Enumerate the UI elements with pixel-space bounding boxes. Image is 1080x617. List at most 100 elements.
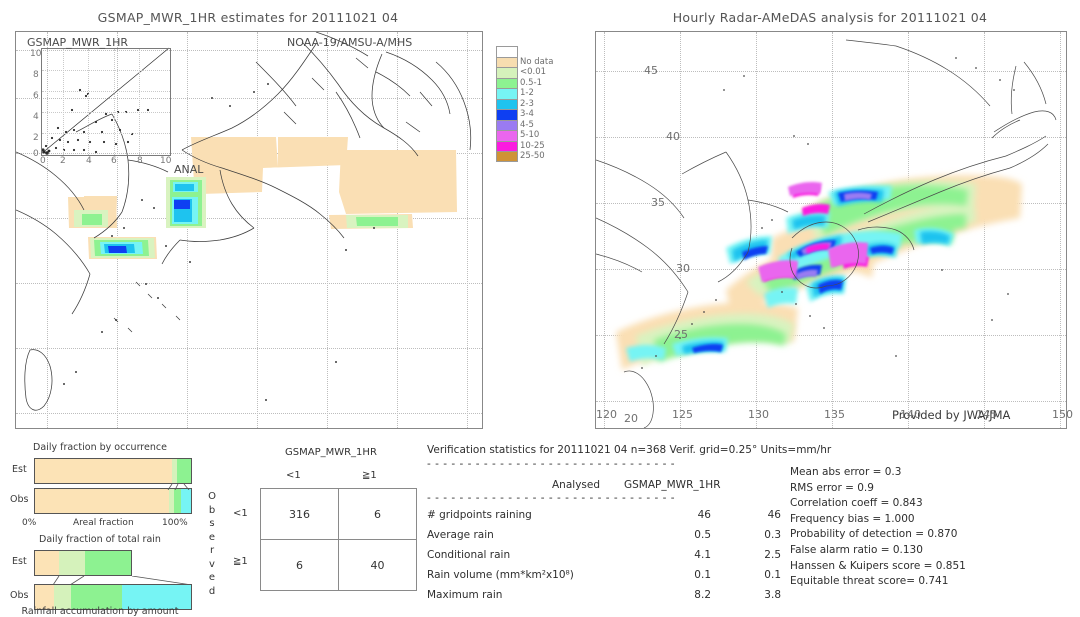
occurrence-est-bar (34, 458, 192, 484)
contingency-cell: 40 (338, 539, 417, 591)
colorbar-label: 3-4 (520, 109, 534, 119)
colorbar-swatch (496, 119, 518, 130)
lat-tick: 40 (666, 130, 680, 143)
bar-seg-nodata (35, 459, 172, 483)
axis-label-areal-fraction: Areal fraction (73, 518, 134, 528)
contingency-row-header: <1 (233, 508, 248, 519)
inset-ytick: 6 (33, 91, 39, 101)
scatter-inset (41, 48, 171, 156)
colorbar-label: 1-2 (520, 88, 534, 98)
bar-label-est: Est (12, 556, 27, 567)
observed-axis-label: Observed (208, 491, 216, 597)
table-row: 316 6 (260, 488, 417, 540)
lon-tick: 125 (672, 408, 693, 421)
right-map-graphics (596, 39, 1057, 428)
inset-xtick: 4 (86, 156, 92, 166)
inset-xtick: 8 (137, 156, 143, 166)
stat-row-analysed: 4.1 (694, 549, 711, 561)
colorbar-label: 5-10 (520, 130, 540, 140)
contingency-col-header: ≧1 (362, 470, 377, 481)
colorbar-label: 0.5-1 (520, 77, 542, 88)
precipitation-colorbar (496, 46, 518, 162)
bar-label-obs: Obs (10, 590, 29, 601)
lon-tick: 135 (824, 408, 845, 421)
colorbar-swatch (496, 56, 518, 67)
lon-tick: 150 (1052, 408, 1073, 421)
left-panel-title: GSMAP_MWR_1HR estimates for 20111021 04 (97, 10, 399, 25)
radar-amedas-map[interactable]: 45 40 35 30 25 20 Provided by JWA/JMA (595, 31, 1067, 429)
stat-row-estimate: 0.1 (764, 569, 781, 581)
lon-tick: 120 (596, 408, 617, 421)
colorbar-label: 4-5 (520, 119, 534, 130)
inset-xaxis-label: ANAL (174, 163, 204, 176)
lat-tick: 25 (674, 328, 688, 341)
divider: - - - - - - - - - - - - - - - - - - - - … (427, 492, 676, 504)
verification-statistics-block: Verification statistics for 20111021 04 … (427, 440, 831, 612)
colorbar-swatch (496, 151, 518, 162)
total-rain-leader-lines (52, 576, 192, 585)
lon-tick: 145 (976, 408, 997, 421)
stat-row-analysed: 8.2 (694, 589, 711, 601)
stat-row-estimate: 46 (767, 509, 781, 521)
colorbar-swatch (496, 77, 518, 88)
colorbar-swatch (496, 98, 518, 109)
axis-label-hundred: 100% (162, 518, 188, 528)
inset-ytick: 2 (33, 133, 39, 143)
table-row: 6 40 (260, 539, 417, 591)
lat-tick: 45 (644, 64, 658, 77)
bar-seg-nodata (34, 550, 60, 576)
colorbar-label: 25-50 (520, 151, 545, 161)
colorbar-swatch (496, 88, 518, 99)
inset-xtick: 0 (40, 156, 46, 166)
col-header-estimate: GSMAP_MWR_1HR (624, 479, 721, 491)
lon-tick: 140 (900, 408, 921, 421)
score-line: Probability of detection = 0.870 (790, 528, 958, 541)
stat-row-label: # gridpoints raining (427, 509, 532, 521)
lon-tick: 130 (748, 408, 769, 421)
stat-row-label: Rain volume (mm*km²x10⁸) (427, 569, 574, 581)
contingency-col-header: <1 (286, 470, 301, 481)
colorbar-swatch (496, 130, 518, 141)
contingency-cell: 6 (260, 539, 339, 591)
colorbar-swatch (496, 67, 518, 78)
occurrence-obs-bar (34, 488, 192, 514)
score-line: Equitable threat score= 0.741 (790, 575, 949, 588)
inset-ytick: 0 (33, 149, 39, 159)
colorbar-swatch (496, 140, 518, 151)
score-line: Mean abs error = 0.3 (790, 466, 902, 478)
stat-row-label: Conditional rain (427, 549, 511, 561)
score-line: Frequency bias = 1.000 (790, 512, 915, 525)
score-line: Correlation coeff = 0.843 (790, 497, 923, 510)
bar-seg-trace (59, 550, 85, 576)
gsmap-estimate-map[interactable]: 10 8 6 4 2 0 0 2 4 6 8 10 GSMAP_MWR_1HR … (15, 31, 483, 429)
gsmap-corner-label: GSMAP_MWR_1HR (27, 36, 129, 49)
inset-ytick: 4 (33, 112, 39, 122)
colorbar-label: 2-3 (520, 98, 534, 109)
occurrence-leader-lines (167, 484, 190, 490)
stat-row-label: Maximum rain (427, 589, 503, 601)
bar-label-obs: Obs (10, 494, 29, 505)
inset-xtick: 6 (111, 156, 117, 166)
bar-label-est: Est (12, 464, 27, 475)
stat-row-analysed: 0.1 (694, 569, 711, 581)
colorbar-swatch (496, 46, 518, 57)
skill-scores-block: Mean abs error = 0.3 RMS error = 0.9 Cor… (790, 466, 1080, 591)
colorbar-label: <0.01 (520, 67, 547, 77)
stat-row-estimate: 2.5 (764, 549, 781, 561)
stat-row-analysed: 0.5 (694, 529, 711, 541)
colorbar-label: No data (520, 56, 554, 67)
col-header-analysed: Analysed (552, 479, 600, 491)
sensor-label: NOAA-19/AMSU-A/MHS (287, 36, 413, 49)
inset-ytick: 10 (30, 49, 42, 59)
colorbar-labels: No data <0.01 0.5-1 1-2 2-3 3-4 4-5 5-10… (520, 46, 553, 162)
colorbar-label: 10-25 (520, 140, 545, 151)
contingency-cell: 6 (338, 488, 417, 540)
verification-header: Verification statistics for 20111021 04 … (427, 444, 832, 456)
lat-tick: 35 (651, 196, 665, 209)
bar-seg-nodata (35, 489, 170, 513)
lat-tick: 30 (676, 262, 690, 275)
divider: - - - - - - - - - - - - - - - - - - - - … (427, 458, 676, 470)
stat-row-label: Average rain (427, 529, 494, 541)
right-panel-title: Hourly Radar-AMeDAS analysis for 2011102… (672, 10, 988, 25)
contingency-title: GSMAP_MWR_1HR (285, 447, 377, 458)
